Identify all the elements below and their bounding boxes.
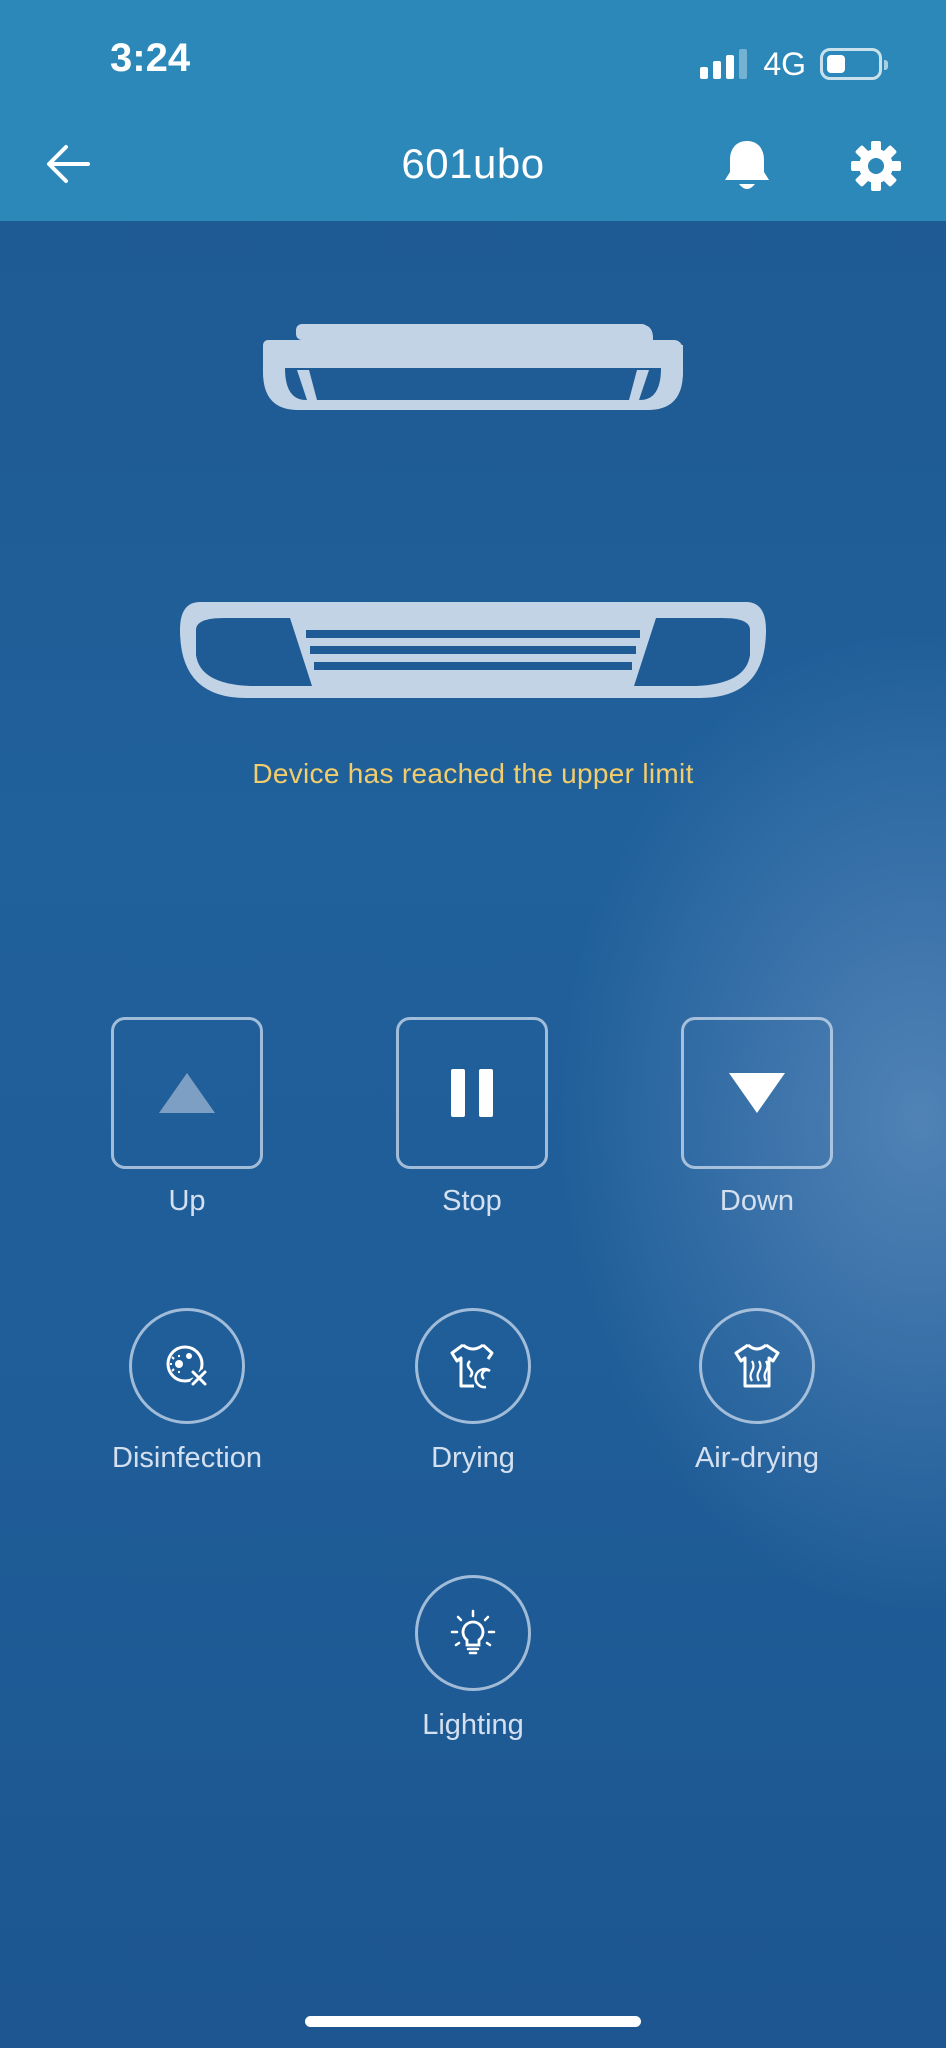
home-indicator[interactable] xyxy=(305,2016,641,2027)
down-label: Down xyxy=(719,1185,795,1217)
disinfection-button[interactable] xyxy=(129,1308,245,1424)
down-control[interactable]: Down xyxy=(681,1017,833,1218)
drying-mode[interactable]: Drying xyxy=(373,1308,573,1475)
page-title: 601ubo xyxy=(401,140,545,187)
down-button[interactable] xyxy=(681,1017,833,1169)
up-label: Up xyxy=(168,1185,206,1217)
device-illustration xyxy=(180,324,766,698)
network-type: 4G xyxy=(763,45,806,82)
disinfection-icon xyxy=(166,1345,208,1387)
drying-label: Drying xyxy=(431,1442,515,1474)
stop-button[interactable] xyxy=(396,1017,548,1169)
settings-button[interactable] xyxy=(850,140,902,192)
signal-icon xyxy=(700,49,748,79)
air-drying-mode[interactable]: Air-drying xyxy=(657,1308,857,1475)
status-indicators: 4G xyxy=(700,44,888,84)
light-bulb-icon xyxy=(450,1609,496,1655)
air-drying-label: Air-drying xyxy=(694,1442,820,1474)
triangle-up-icon xyxy=(159,1073,215,1113)
device-status-message: Device has reached the upper limit xyxy=(252,758,694,789)
lighting-button[interactable] xyxy=(415,1575,531,1691)
lighting-label: Lighting xyxy=(422,1709,524,1741)
up-control[interactable]: Up xyxy=(111,1017,263,1218)
app-header: 3:24 4G 601ubo xyxy=(0,0,946,221)
back-button[interactable] xyxy=(44,140,92,188)
device-control-screen: 3:24 4G 601ubo Device has reached the up… xyxy=(0,0,946,2048)
air-drying-shirt-icon xyxy=(734,1343,780,1388)
status-time: 3:24 xyxy=(110,36,191,80)
air-drying-button[interactable] xyxy=(699,1308,815,1424)
pause-icon xyxy=(451,1069,493,1117)
bell-icon xyxy=(725,141,769,189)
arrow-left-icon xyxy=(47,145,90,183)
drying-button[interactable] xyxy=(415,1308,531,1424)
lighting-mode[interactable]: Lighting xyxy=(373,1575,573,1742)
triangle-down-icon xyxy=(729,1073,785,1113)
disinfection-mode[interactable]: Disinfection xyxy=(87,1308,287,1475)
drying-shirt-icon xyxy=(450,1343,494,1389)
up-button[interactable] xyxy=(111,1017,263,1169)
stop-control[interactable]: Stop xyxy=(396,1017,548,1218)
notifications-button[interactable] xyxy=(722,138,772,194)
disinfection-label: Disinfection xyxy=(112,1442,262,1474)
battery-icon xyxy=(820,48,888,80)
gear-icon xyxy=(851,141,901,191)
stop-label: Stop xyxy=(442,1185,502,1217)
